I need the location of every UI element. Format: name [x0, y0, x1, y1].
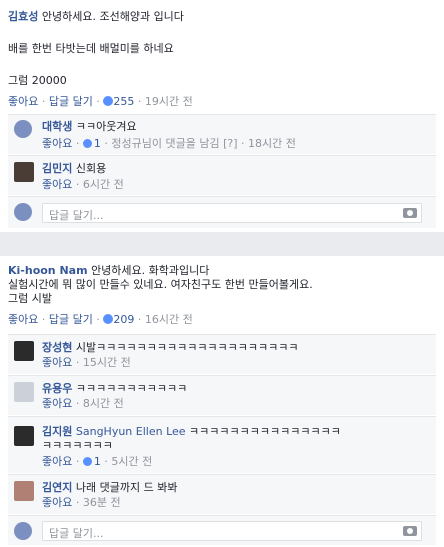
- like-thumb-icon: [103, 96, 114, 106]
- reply-text: 나래 댓글까지 드 봐봐: [75, 481, 178, 494]
- reply-note[interactable]: 정성규님이 댓글을 남김: [111, 137, 219, 150]
- timestamp[interactable]: 36분 전: [83, 496, 121, 509]
- reply-input[interactable]: 답글 달기...: [42, 203, 422, 223]
- reply-link[interactable]: 답글 달기: [49, 95, 93, 108]
- camera-icon[interactable]: [403, 526, 417, 536]
- reply-composer: 답글 달기...: [8, 196, 436, 228]
- avatar[interactable]: [14, 162, 34, 182]
- like-link[interactable]: 좋아요: [42, 137, 72, 150]
- like-link[interactable]: 좋아요: [42, 397, 72, 410]
- avatar: [14, 203, 32, 221]
- comment-block-2: Ki-hoon Nam 안녕하세요. 화학과입니다 실험시간에 뭐 많이 만들수…: [0, 256, 444, 547]
- reply-item: 김민지 신회용 좋아요 · 6시간 전: [8, 155, 436, 195]
- comment-author[interactable]: 김효성: [8, 10, 38, 23]
- like-link[interactable]: 좋아요: [8, 95, 38, 108]
- comment-actions: 좋아요 · 답글 달기 · 255 · 19시간 전: [8, 95, 193, 108]
- comment-text: 김효성 안녕하세요. 조선해양과 입니다: [8, 10, 436, 24]
- reply-item: 김지원 SangHyun Ellen Lee ㅋㅋㅋㅋㅋㅋㅋㅋㅋㅋㅋㅋㅋㅋㅋ ㅋ…: [8, 416, 436, 473]
- like-count[interactable]: 209: [113, 313, 134, 326]
- like-link[interactable]: 좋아요: [42, 455, 72, 468]
- timestamp[interactable]: 16시간 전: [145, 313, 193, 326]
- reply-text: ㅋㅋ아웃겨요: [75, 120, 137, 133]
- like-link[interactable]: 좋아요: [42, 496, 72, 509]
- comment-line-3: 그럼 시발: [8, 292, 52, 305]
- like-count[interactable]: 255: [113, 95, 134, 108]
- like-thumb-icon: [103, 314, 114, 324]
- reply-mention[interactable]: SangHyun Ellen Lee: [76, 425, 186, 438]
- comment-line-2: 실험시간에 뭐 많이 만들수 있네요. 여자친구도 한번 만들어볼게요.: [8, 278, 313, 291]
- reply-item: 장성현 시발ㅋㅋㅋㅋㅋㅋㅋㅋㅋㅋㅋㅋㅋㅋㅋㅋㅋㅋㅋㅋ 좋아요 · 15시간 전: [8, 334, 436, 374]
- reply-item: 김연지 나래 댓글까지 드 봐봐 좋아요 · 36분 전: [8, 474, 436, 514]
- avatar[interactable]: [14, 341, 34, 361]
- reply-item: 대학생 ㅋㅋ아웃겨요 좋아요 · 1 · 정성규님이 댓글을 남김 [?] · …: [8, 114, 436, 154]
- avatar[interactable]: [14, 481, 34, 501]
- reply-link[interactable]: 답글 달기: [49, 313, 93, 326]
- reply-composer: 답글 달기...: [8, 515, 436, 545]
- like-link[interactable]: 좋아요: [42, 178, 72, 191]
- like-count[interactable]: 1: [94, 137, 101, 150]
- reply-text: 시발ㅋㅋㅋㅋㅋㅋㅋㅋㅋㅋㅋㅋㅋㅋㅋㅋㅋㅋㅋㅋ: [75, 341, 299, 354]
- timestamp[interactable]: 5시간 전: [111, 455, 152, 468]
- reply-placeholder: 답글 달기...: [49, 209, 104, 222]
- like-link[interactable]: 좋아요: [42, 356, 72, 369]
- comment-text: Ki-hoon Nam 안녕하세요. 화학과입니다: [8, 264, 436, 278]
- like-thumb-icon: [82, 457, 92, 466]
- avatar[interactable]: [14, 426, 34, 446]
- timestamp[interactable]: 19시간 전: [145, 95, 193, 108]
- avatar[interactable]: [14, 382, 34, 402]
- reply-text: ㅋㅋㅋㅋㅋㅋㅋㅋㅋㅋㅋㅋㅋㅋㅋ: [189, 425, 341, 438]
- reply-author[interactable]: 유용우: [42, 382, 72, 395]
- timestamp[interactable]: 6시간 전: [83, 178, 124, 191]
- reply-author[interactable]: 김지원: [42, 425, 72, 438]
- timestamp[interactable]: 18시간 전: [248, 137, 296, 150]
- reply-author[interactable]: 김연지: [42, 481, 72, 494]
- comment-block-1: 김효성 안녕하세요. 조선해양과 입니다 배를 한번 타밧는데 배멀미를 하네요…: [0, 0, 444, 232]
- reply-input[interactable]: 답글 달기...: [42, 521, 422, 541]
- like-thumb-icon: [82, 139, 92, 148]
- comment-line-1: 안녕하세요. 화학과입니다: [91, 264, 210, 277]
- reply-item: 유용우 ㅋㅋㅋㅋㅋㅋㅋㅋㅋㅋㅋ 좋아요 · 8시간 전: [8, 375, 436, 415]
- reply-author[interactable]: 장성현: [42, 341, 72, 354]
- timestamp[interactable]: 15시간 전: [83, 356, 131, 369]
- avatar: [14, 522, 32, 540]
- timestamp[interactable]: 8시간 전: [83, 397, 124, 410]
- reply-author[interactable]: 김민지: [42, 162, 72, 175]
- reply-text: ㅋㅋㅋㅋㅋㅋㅋㅋㅋㅋㅋ: [75, 382, 188, 395]
- like-count[interactable]: 1: [94, 455, 101, 468]
- camera-icon[interactable]: [403, 208, 417, 218]
- reply-placeholder: 답글 달기...: [49, 527, 104, 540]
- reply-text-continued: ㅋㅋㅋㅋㅋㅋㅋ: [42, 439, 113, 452]
- comment-line-3: 그럼 20000: [8, 74, 67, 87]
- avatar[interactable]: [14, 120, 32, 138]
- like-link[interactable]: 좋아요: [8, 313, 38, 326]
- reply-author[interactable]: 대학생: [42, 120, 72, 133]
- comment-author[interactable]: Ki-hoon Nam: [8, 264, 88, 277]
- reply-text: 신회용: [75, 162, 107, 175]
- comment-line-1: 안녕하세요. 조선해양과 입니다: [41, 10, 184, 23]
- comment-actions: 좋아요 · 답글 달기 · 209 · 16시간 전: [8, 313, 193, 326]
- comment-line-2: 배를 한번 타밧는데 배멀미를 하네요: [8, 42, 174, 55]
